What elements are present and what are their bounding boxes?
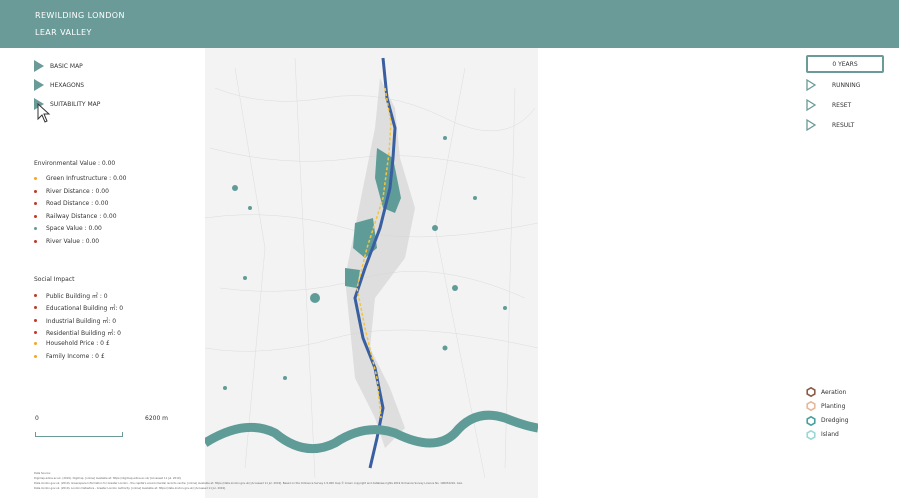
bullet-icon: [34, 189, 37, 193]
scale-tick-right: [122, 432, 123, 437]
bullet-icon: [34, 214, 37, 218]
result-label: RESULT: [832, 121, 855, 129]
social-impact-title: Social Impact: [34, 276, 75, 283]
app-title: REWILDING LONDON: [35, 11, 125, 20]
bullet-icon: [34, 294, 37, 297]
scale-max-label: 6200 m: [145, 415, 169, 422]
hexagon-icon: [806, 415, 816, 426]
environmental-item-label: Space Value : 0.00: [46, 225, 102, 232]
scale-tick-left: [35, 432, 36, 437]
tab-basic-map[interactable]: BASIC MAP: [34, 59, 83, 73]
social-item-label: Industrial Building ㎡: 0: [46, 317, 117, 325]
social-item: Educational Building ㎡: 0: [34, 303, 123, 312]
reset-label: RESET: [832, 101, 852, 109]
app-subtitle: LEAR VALLEY: [35, 28, 92, 37]
legend-item-label: Planting: [821, 402, 846, 410]
hexagon-icon: [806, 401, 816, 412]
hexagon-icon: [806, 429, 816, 440]
legend-item-label: Island: [821, 431, 839, 439]
bullet-icon: [34, 354, 37, 358]
legend-item: Island: [806, 429, 839, 440]
map-view[interactable]: [202, 48, 539, 498]
social-item-label: Family Income : 0 £: [46, 352, 105, 360]
legend-item: Dredging: [806, 415, 849, 426]
tab-label: HEXAGONS: [50, 81, 85, 89]
bullet-icon: [34, 306, 37, 310]
environmental-item-label: Road Distance : 0.00: [46, 200, 109, 207]
play-outline-icon: [806, 99, 816, 111]
credit-line: Data.london.gov.uk. (2019). London Datas…: [34, 487, 226, 490]
environmental-value-title: Environmental Value : 0.00: [34, 160, 116, 167]
result-button[interactable]: RESULT: [806, 119, 854, 131]
bullet-icon: [34, 330, 37, 334]
scale-min-label: 0: [35, 415, 39, 422]
social-item-label: Educational Building ㎡: 0: [46, 305, 124, 313]
legend-item: Aeration: [806, 387, 846, 397]
reset-button[interactable]: RESET: [806, 99, 851, 111]
social-item: Household Price : 0 £: [34, 340, 110, 347]
play-outline-icon: [806, 119, 816, 131]
bullet-icon: [34, 227, 37, 230]
social-item: Family Income : 0 £: [34, 353, 105, 360]
environmental-item: Space Value : 0.00: [34, 225, 102, 232]
environmental-item: River Distance : 0.00: [34, 188, 109, 195]
map-canvas: [202, 48, 539, 498]
bullet-icon: [34, 239, 37, 243]
legend-item-label: Aeration: [821, 388, 847, 396]
social-item-label: Residential Building ㎡: 0: [46, 329, 121, 337]
bullet-icon: [34, 318, 37, 322]
bullet-icon: [34, 342, 37, 346]
hexagon-icon: [806, 387, 816, 397]
social-item: Industrial Building ㎡: 0: [34, 316, 116, 325]
running-label: RUNNING: [832, 81, 861, 89]
social-item-label: Household Price : 0 £: [46, 340, 110, 348]
bullet-icon: [34, 177, 37, 180]
app-header: REWILDING LONDON LEAR VALLEY: [0, 0, 899, 48]
play-outline-icon: [806, 79, 816, 91]
legend-item: Planting: [806, 401, 846, 412]
mouse-cursor-icon: [37, 103, 51, 123]
environmental-item: Railway Distance : 0.00: [34, 213, 117, 220]
running-button[interactable]: RUNNING: [806, 79, 860, 91]
play-icon: [34, 79, 44, 91]
legend-item-label: Dredging: [821, 417, 849, 425]
tab-label: SUITABILITY MAP: [50, 100, 101, 108]
environmental-item: River Value : 0.00: [34, 238, 99, 245]
environmental-item: Road Distance : 0.00: [34, 200, 108, 207]
environmental-item-label: Green Infrustructure : 0.00: [46, 175, 127, 182]
environmental-item-label: River Distance : 0.00: [46, 187, 109, 195]
tab-hexagons[interactable]: HEXAGONS: [34, 78, 84, 92]
environmental-item: Green Infrustructure : 0.00: [34, 175, 126, 182]
tab-label: BASIC MAP: [50, 62, 83, 70]
years-button[interactable]: 0 YEARS: [806, 55, 884, 73]
credits: Data Source: Digimap.edina.ac.uk. (2019).…: [34, 471, 514, 491]
environmental-item-label: Railway Distance : 0.00: [46, 212, 117, 220]
social-item: Public Building ㎡ : 0: [34, 291, 108, 300]
social-item-label: Public Building ㎡ : 0: [46, 293, 108, 300]
scale-bar: [35, 436, 123, 437]
play-icon: [34, 60, 44, 72]
social-item: Residential Building ㎡: 0: [34, 328, 121, 337]
bullet-icon: [34, 202, 37, 205]
environmental-item-label: River Value : 0.00: [46, 237, 100, 245]
